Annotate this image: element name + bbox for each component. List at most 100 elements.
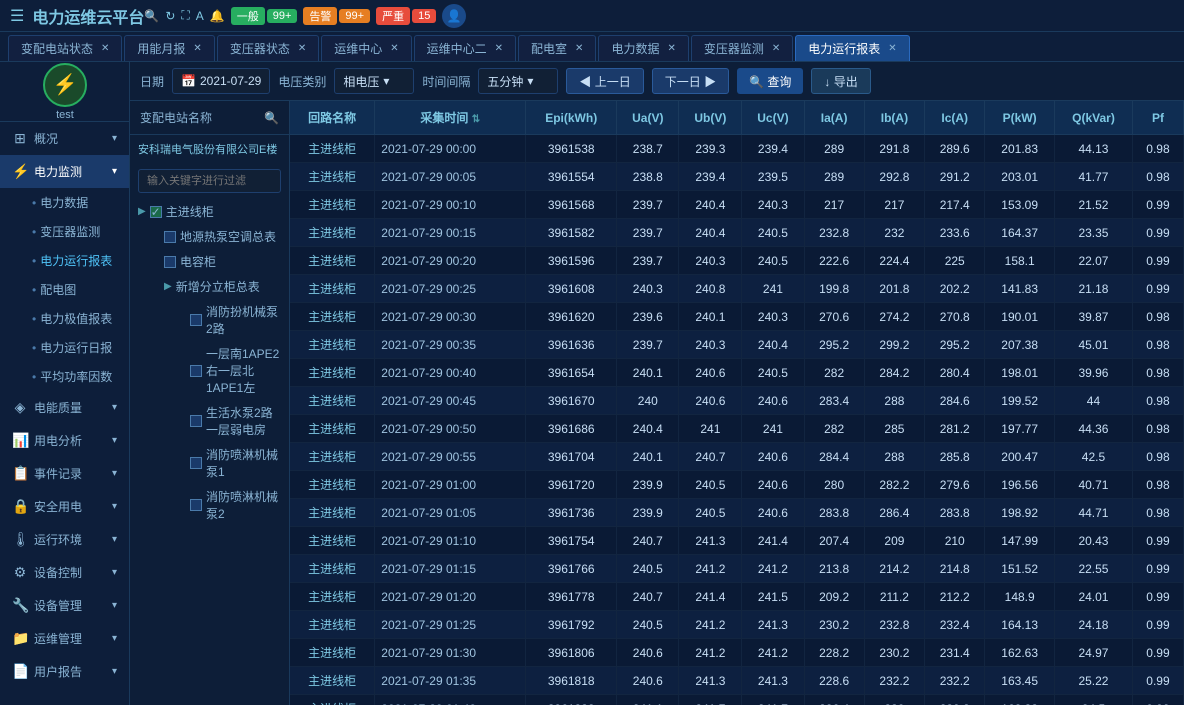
col-header-Ub(V): Ub(V) <box>679 101 742 135</box>
cell-5-5: 241 <box>742 275 804 303</box>
sidebar-item-运维管理[interactable]: 📁运维管理▾ <box>0 622 129 655</box>
table-scroll[interactable]: 回路名称采集时间 ⇅Epi(kWh)Ua(V)Ub(V)Uc(V)Ia(A)Ib… <box>290 101 1184 705</box>
tab-close[interactable]: ✕ <box>390 43 398 54</box>
cell-0-5: 239.4 <box>742 135 804 163</box>
cell-2-11: 0.99 <box>1132 191 1183 219</box>
left-panel-title: 变配电站名称 🔍 <box>130 101 289 135</box>
cell-20-10: 24.5 <box>1054 695 1132 705</box>
tab-变压器监测[interactable]: 变压器监测✕ <box>691 35 793 61</box>
tab-close[interactable]: ✕ <box>298 43 306 54</box>
tree-item-消防喷淋机械泵2[interactable]: 消防喷淋机械泵2 <box>158 484 289 526</box>
sidebar-item-概况[interactable]: ⊞概况▾ <box>0 122 129 155</box>
export-button[interactable]: ↓ 导出 <box>811 68 870 94</box>
tab-电力数据[interactable]: 电力数据✕ <box>598 35 688 61</box>
tab-电力运行报表[interactable]: 电力运行报表✕ <box>795 35 909 61</box>
tree-item-电容柜[interactable]: 电容柜 <box>144 249 289 274</box>
prev-day-button[interactable]: ◀ 上一日 <box>566 68 643 94</box>
cell-8-0: 主进线柜 <box>290 359 375 387</box>
cell-20-11: 0.99 <box>1132 695 1183 705</box>
sidebar-sub-item-配电图[interactable]: •配电图 <box>20 275 129 304</box>
tree-checkbox[interactable] <box>190 499 202 511</box>
tab-配电室[interactable]: 配电室✕ <box>518 35 596 61</box>
tab-close[interactable]: ✕ <box>667 43 675 54</box>
tab-变配电站状态[interactable]: 变配电站状态✕ <box>8 35 122 61</box>
sidebar-item-设备控制[interactable]: ⚙设备控制▾ <box>0 556 129 589</box>
sidebar-sub-item-电力运行日报[interactable]: •电力运行日报 <box>20 333 129 362</box>
date-label: 日期 <box>140 73 164 90</box>
cell-12-11: 0.98 <box>1132 471 1183 499</box>
user-avatar[interactable]: 👤 <box>442 4 466 28</box>
fullscreen-icon[interactable]: ⛶ <box>181 8 189 23</box>
interval-select[interactable]: 五分钟 ▾ <box>478 68 558 94</box>
filter-bar: 日期 📅 2021-07-29 电压类别 相电压 ▾ 时间间隔 五分钟 ▾ ◀ … <box>130 62 1184 101</box>
tree-search-input[interactable] <box>138 169 281 193</box>
tab-close[interactable]: ✕ <box>575 43 583 54</box>
cell-1-8: 291.2 <box>925 163 985 191</box>
search-icon[interactable]: 🔍 <box>144 9 159 23</box>
tree-item-新增分立柜总表[interactable]: ▶新增分立柜总表 <box>144 274 289 299</box>
tab-close[interactable]: ✕ <box>772 43 780 54</box>
tree-item-地源热泵空调总表[interactable]: 地源热泵空调总表 <box>144 224 289 249</box>
settings-icon[interactable]: 🔔 <box>210 9 225 23</box>
tab-close[interactable]: ✕ <box>888 43 896 54</box>
tab-label: 运维中心二 <box>427 40 487 57</box>
sidebar-sub-item-变压器监测[interactable]: •变压器监测 <box>20 217 129 246</box>
tab-运维中心[interactable]: 运维中心✕ <box>321 35 411 61</box>
sidebar-sub-item-电力运行报表[interactable]: •电力运行报表 <box>20 246 129 275</box>
tree-checkbox[interactable] <box>164 256 176 268</box>
sidebar-item-电力监测[interactable]: ⚡电力监测▾ <box>0 155 129 188</box>
tab-close[interactable]: ✕ <box>193 43 201 54</box>
tab-close[interactable]: ✕ <box>101 43 109 54</box>
tree-checkbox[interactable] <box>190 314 202 326</box>
query-button[interactable]: 🔍 查询 <box>737 68 803 94</box>
sidebar-item-安全用电[interactable]: 🔒安全用电▾ <box>0 490 129 523</box>
refresh-icon[interactable]: ↻ <box>165 9 175 23</box>
cell-1-10: 41.77 <box>1054 163 1132 191</box>
tree-item-一层南1APE2右一层北1APE1左[interactable]: 一层南1APE2右一层北1APE1左 <box>158 341 289 400</box>
tree-item-消防喷淋机械泵1[interactable]: 消防喷淋机械泵1 <box>158 442 289 484</box>
tree-checkbox[interactable] <box>190 457 202 469</box>
tree-checkbox[interactable] <box>164 231 176 243</box>
cell-17-5: 241.3 <box>742 611 804 639</box>
cell-11-2: 3961704 <box>526 443 617 471</box>
tree-item-主进线柜[interactable]: ▶✓主进线柜 <box>130 199 289 224</box>
sidebar-item-设备管理[interactable]: 🔧设备管理▾ <box>0 589 129 622</box>
tab-用能月报[interactable]: 用能月报✕ <box>124 35 214 61</box>
menu-icon[interactable]: ☰ <box>10 6 24 26</box>
cell-9-6: 283.4 <box>804 387 864 415</box>
search-trigger-icon[interactable]: 🔍 <box>264 111 279 125</box>
tree-checkbox[interactable]: ✓ <box>150 206 162 218</box>
tab-变压器状态[interactable]: 变压器状态✕ <box>217 35 319 61</box>
tree-checkbox[interactable] <box>190 365 202 377</box>
cell-8-10: 39.96 <box>1054 359 1132 387</box>
table-row: 主进线柜2021-07-29 00:003961538238.7239.3239… <box>290 135 1184 163</box>
sidebar-sub-item-电力数据[interactable]: •电力数据 <box>20 188 129 217</box>
tree-item-消防扮机械泵2路[interactable]: 消防扮机械泵2路 <box>158 299 289 341</box>
sidebar-item-用户报告[interactable]: 📄用户报告▾ <box>0 655 129 688</box>
tree-item-生活水泵2路一层弱电房[interactable]: 生活水泵2路一层弱电房 <box>158 400 289 442</box>
cell-2-8: 217.4 <box>925 191 985 219</box>
cell-15-3: 240.5 <box>617 555 679 583</box>
cell-4-7: 224.4 <box>864 247 924 275</box>
next-day-button[interactable]: 下一日 ▶ <box>652 68 729 94</box>
font-icon[interactable]: A <box>196 9 204 23</box>
cell-17-10: 24.18 <box>1054 611 1132 639</box>
sidebar-item-电能质量[interactable]: ◈电能质量▾ <box>0 391 129 424</box>
sidebar-sub-item-平均功率因数[interactable]: •平均功率因数 <box>20 362 129 391</box>
top-icons: 🔍 ↻ ⛶ A 🔔 一般 99+ 告警 99+ 严重 15 👤 <box>144 4 466 28</box>
sidebar-item-运行环境[interactable]: 🌡运行环境▾ <box>0 523 129 556</box>
sidebar-item-用电分析[interactable]: 📊用电分析▾ <box>0 424 129 457</box>
expand-arrow: ▾ <box>112 402 117 413</box>
expand-arrow: ▾ <box>112 600 117 611</box>
tab-close[interactable]: ✕ <box>495 43 503 54</box>
sidebar-item-事件记录[interactable]: 📋事件记录▾ <box>0 457 129 490</box>
date-picker[interactable]: 📅 2021-07-29 <box>172 68 270 94</box>
voltage-select[interactable]: 相电压 ▾ <box>334 68 414 94</box>
expand-arrow: ▾ <box>112 435 117 446</box>
cell-5-10: 21.18 <box>1054 275 1132 303</box>
col-header-采集时间[interactable]: 采集时间 ⇅ <box>375 101 526 135</box>
sidebar-sub-item-电力极值报表[interactable]: •电力极值报表 <box>20 304 129 333</box>
tab-运维中心二[interactable]: 运维中心二 ✕ <box>414 35 516 61</box>
cell-7-8: 295.2 <box>925 331 985 359</box>
tree-checkbox[interactable] <box>190 415 202 427</box>
